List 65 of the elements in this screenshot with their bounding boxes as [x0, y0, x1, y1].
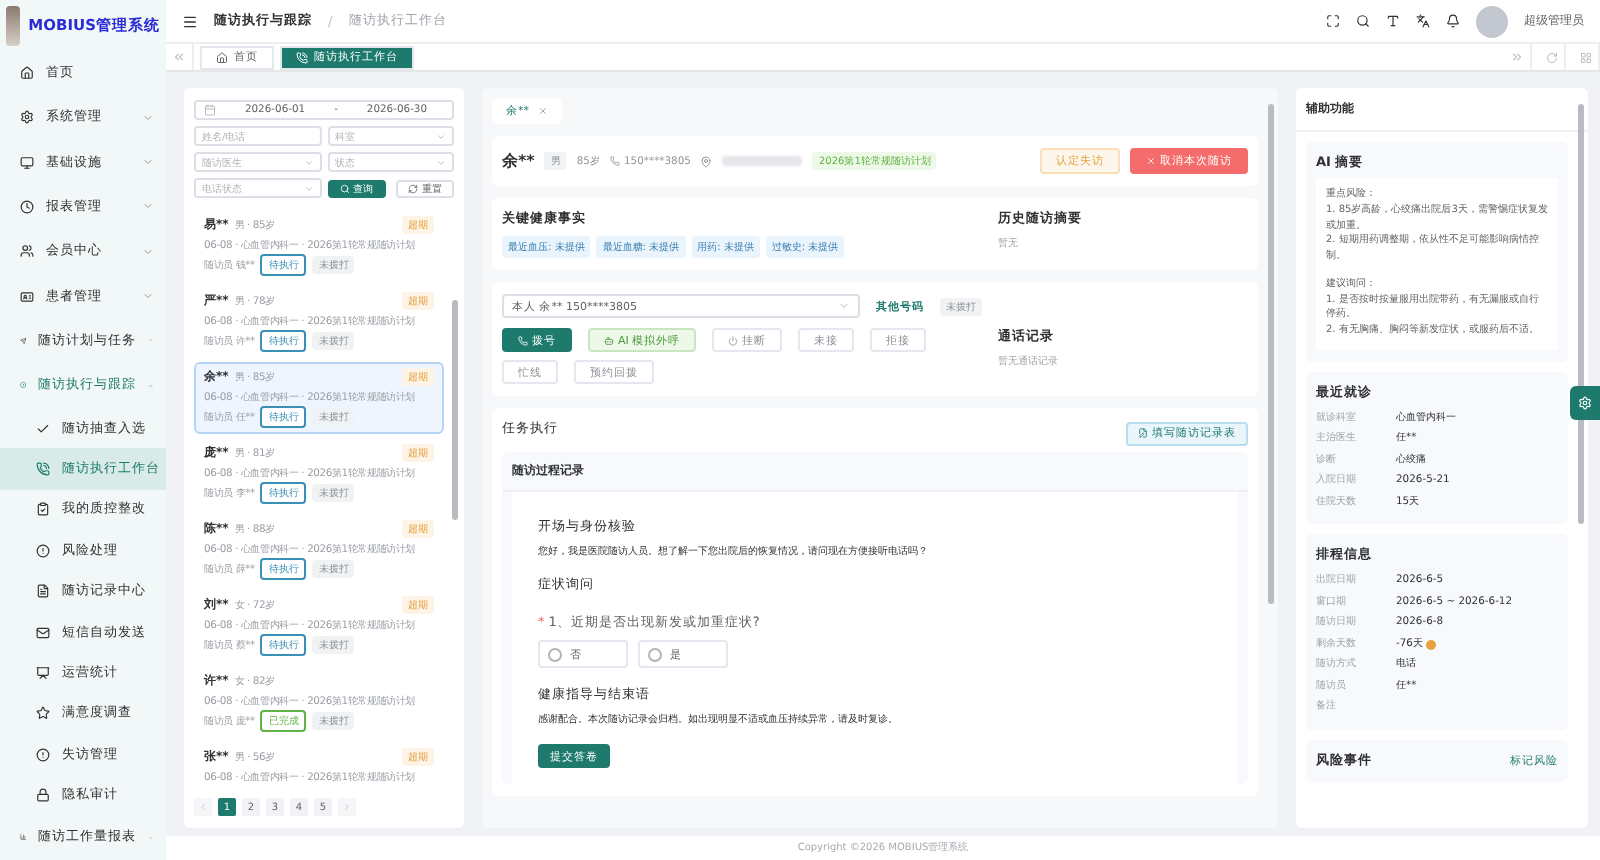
location-pin-icon [700, 155, 713, 167]
prev-page-button[interactable] [194, 798, 212, 816]
user-avatar[interactable] [1476, 5, 1508, 37]
calendar-icon [204, 104, 216, 116]
chevron-down-icon [436, 157, 446, 167]
phone-icon [36, 461, 50, 476]
refresh-icon [408, 183, 418, 193]
chevron-left-icon [198, 802, 208, 812]
power-icon [728, 335, 739, 345]
menu-icon [182, 13, 198, 29]
phone-icon [609, 156, 620, 166]
redacted-address [722, 156, 803, 166]
id-card-icon [20, 289, 34, 304]
translate-icon [1416, 14, 1430, 28]
grid-icon [1579, 51, 1591, 63]
document-icon [36, 584, 50, 599]
chevron-down-icon [303, 183, 313, 193]
clock-icon [20, 199, 34, 214]
radio-circle [648, 647, 662, 661]
chevron-down-icon [142, 245, 154, 258]
presentation-icon [36, 665, 50, 680]
chevron-right-icon [342, 802, 352, 812]
chevron-down-icon [303, 157, 313, 167]
settings-icon [1578, 396, 1592, 410]
search-icon [1356, 14, 1370, 28]
phone-icon [296, 51, 308, 63]
clipboard-icon [36, 502, 50, 517]
chevron-down-icon [142, 200, 154, 213]
font-size-icon [1386, 14, 1400, 28]
home-icon [20, 65, 34, 80]
refresh-icon [1545, 51, 1557, 63]
phone-icon [518, 335, 528, 345]
star-icon [36, 706, 50, 721]
chevron-down-icon [142, 290, 154, 303]
target-icon [20, 378, 27, 393]
double-chevron-left-icon [172, 50, 186, 64]
home-icon [216, 51, 228, 63]
patient-name: 余** [502, 150, 535, 172]
lock-icon [36, 788, 50, 803]
check-icon [36, 421, 50, 436]
logo-photo-placeholder [6, 5, 21, 46]
gear-icon [20, 110, 34, 125]
scrollbar[interactable] [1578, 104, 1584, 524]
chevron-down-icon [838, 300, 850, 312]
alert-icon [36, 747, 50, 762]
chevron-down-icon [142, 111, 154, 124]
document-edit-icon [1138, 428, 1148, 438]
scrollbar[interactable] [452, 300, 458, 520]
paper-plane-icon [20, 333, 27, 348]
chevron-down-icon [436, 131, 446, 141]
chevron-down-icon [142, 156, 154, 169]
robot-icon [604, 335, 614, 345]
monitor-icon [20, 155, 34, 170]
mail-icon [36, 625, 50, 639]
alert-icon [36, 543, 50, 558]
scrollbar[interactable] [1268, 104, 1274, 604]
search-icon [339, 183, 349, 193]
settings-float-button[interactable] [1570, 386, 1600, 420]
radio-circle [548, 647, 562, 661]
chart-icon [20, 830, 27, 845]
users-icon [20, 244, 34, 259]
next-page-button[interactable] [338, 798, 356, 816]
bell-icon [1446, 14, 1460, 28]
double-chevron-right-icon [1510, 50, 1524, 64]
fullscreen-icon [1326, 14, 1340, 28]
